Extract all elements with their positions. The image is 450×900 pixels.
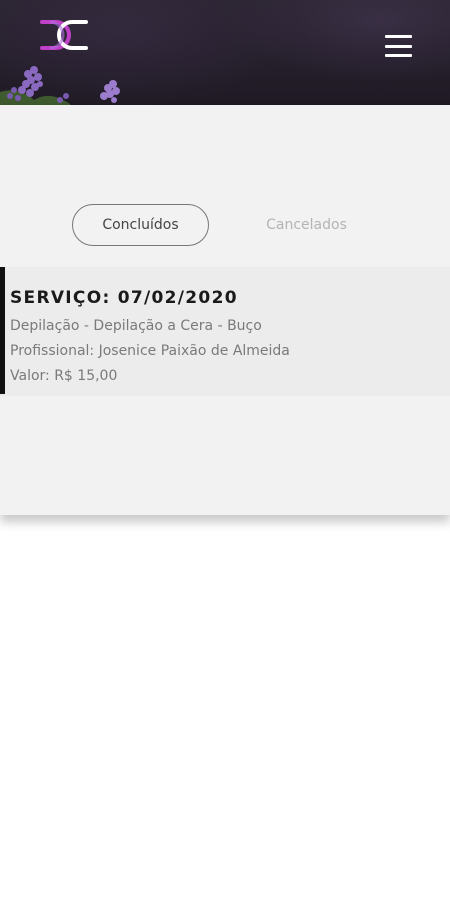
menu-line [384,35,412,38]
menu-line [384,44,412,48]
service-title: SERVIÇO: 07/02/2020 [10,288,238,308]
service-card[interactable]: SERVIÇO: 07/02/2020 Depilação - Depilaçã… [0,267,450,396]
service-professional: Profissional: Josenice Paixão de Almeida [10,343,290,359]
tab-concluidos[interactable]: Concluídos [72,204,209,246]
status-tabs: Concluídos Cancelados [0,204,450,248]
service-value: Valor: R$ 15,00 [10,368,118,384]
tab-cancelados[interactable]: Cancelados [238,204,375,246]
menu-line [384,54,412,57]
hamburger-menu-icon[interactable] [380,33,416,59]
history-panel: Concluídos Cancelados SERVIÇO: 07/02/202… [0,105,450,515]
lilac-flowers-decoration [0,66,120,105]
card-accent-bar [0,267,5,394]
dc-monogram-logo-icon[interactable] [36,16,92,54]
service-description: Depilação - Depilação a Cera - Buço [10,318,262,334]
app-header [0,0,450,105]
